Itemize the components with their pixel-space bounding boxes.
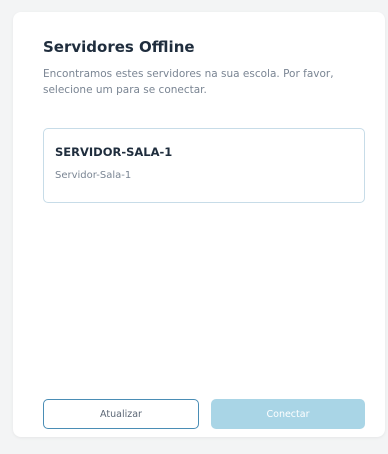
connect-button[interactable]: Conectar [211,399,365,429]
offline-servers-dialog: Servidores Offline Encontramos estes ser… [13,12,385,437]
refresh-button[interactable]: Atualizar [43,399,199,429]
server-name: SERVIDOR-SALA-1 [55,145,173,159]
dialog-title: Servidores Offline [43,38,195,56]
dialog-description: Encontramos estes servidores na sua esco… [43,68,334,96]
server-subtitle: Servidor-Sala-1 [55,170,132,181]
server-card[interactable]: SERVIDOR-SALA-1 Servidor-Sala-1 [43,128,365,203]
